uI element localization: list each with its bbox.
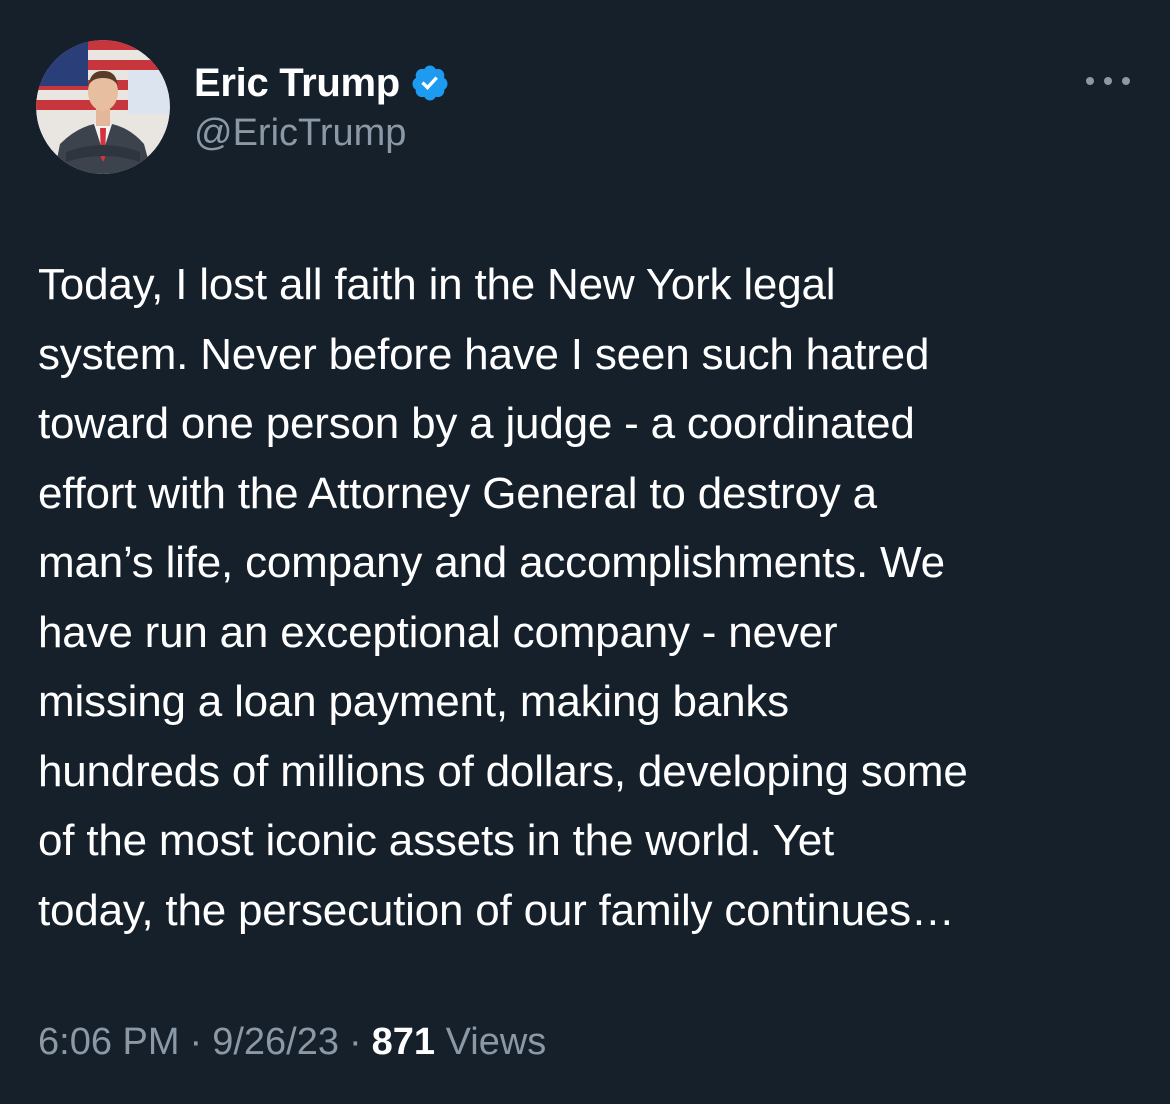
tweet-time[interactable]: 6:06 PM [38,1021,180,1063]
tweet-date[interactable]: 9/26/23 [212,1021,339,1063]
author-avatar[interactable] [36,40,170,174]
tweet-meta: 6:06 PM · 9/26/23 · 871 Views [38,1021,546,1064]
avatar-image [36,40,170,174]
more-dot [1104,77,1112,85]
tweet-text-line: missing a loan payment, making banks [38,677,789,726]
tweet-text: Today, I lost all faith in the New York … [38,250,1148,945]
tweet-text-line: Today, I lost all faith in the New York … [38,260,836,309]
tweet-card: Eric Trump @EricTrump Today, I lost all … [0,0,1170,1104]
verified-badge-icon [410,63,450,103]
tweet-text-line: today, the persecution of our family con… [38,885,955,935]
views-count: 871 [371,1021,436,1063]
tweet-text-line: have run an exceptional company - never [38,607,838,657]
tweet-text-line: man’s life, company and accomplishments.… [38,538,945,587]
meta-separator: · [189,1021,203,1063]
meta-separator: · [348,1021,362,1063]
tweet-text-line: toward one person by a judge - a coordin… [38,399,915,448]
author-display-name[interactable]: Eric Trump [194,61,400,106]
more-dot [1086,77,1094,85]
more-dot [1122,77,1130,85]
author-info: Eric Trump @EricTrump [194,58,450,155]
tweet-text-line: of the most iconic assets in the world. … [38,816,835,865]
tweet-text-line: hundreds of millions of dollars, develop… [38,746,968,796]
views-label: Views [445,1021,547,1063]
tweet-text-line: effort with the Attorney General to dest… [38,468,877,518]
author-name-row: Eric Trump [194,58,450,108]
author-handle[interactable]: @EricTrump [194,112,450,155]
tweet-text-line: system. Never before have I seen such ha… [38,329,930,379]
more-options-icon[interactable] [1086,66,1130,96]
